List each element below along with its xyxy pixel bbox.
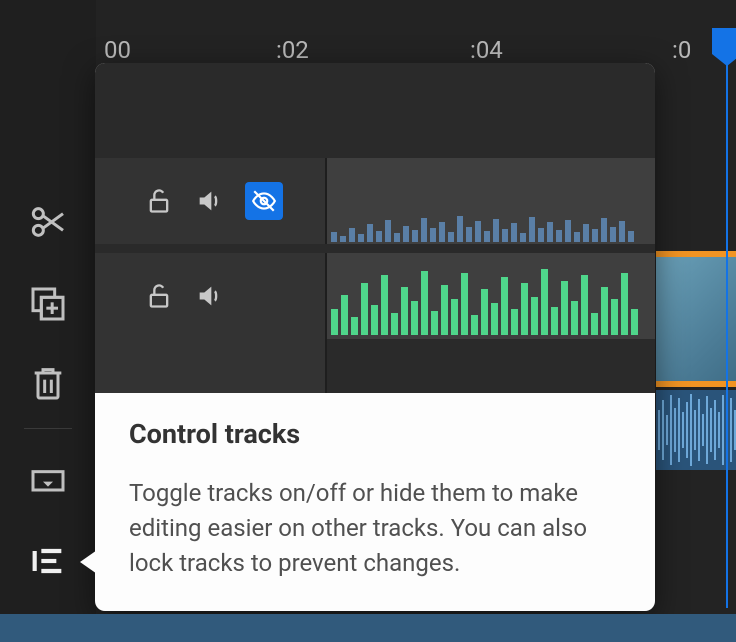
audio-waveform [656,390,736,470]
lock-toggle[interactable] [145,282,173,310]
scissors-icon [28,202,68,242]
ruler-tick: :02 [276,36,309,64]
ruler-tick: :04 [470,36,503,64]
toolbar-divider [24,428,72,429]
delete-tool[interactable] [28,363,68,403]
duplicate-icon [28,284,68,324]
expand-tool[interactable] [28,460,68,500]
duplicate-tool[interactable] [28,284,68,324]
tooltip-title: Control tracks [129,418,621,450]
left-toolbar [0,0,97,614]
unlock-icon [145,187,173,215]
track-header [95,253,325,339]
waveform [327,265,655,335]
tooltip-body: Toggle tracks on/off or hide them to mak… [129,476,621,580]
track-header [95,158,325,244]
audio-clip[interactable] [656,390,736,470]
eye-off-icon [251,188,277,214]
video-clip[interactable] [656,251,736,387]
lock-toggle[interactable] [145,187,173,215]
speaker-icon [195,282,223,310]
tooltip-text: Control tracks Toggle tracks on/off or h… [95,376,655,610]
mute-toggle[interactable] [195,187,223,215]
track-body [325,253,655,393]
scissors-tool[interactable] [28,202,68,242]
ruler-tick: 00 [104,36,131,64]
track-body [325,158,655,244]
tooltip-pointer [80,548,100,576]
waveform [327,208,655,242]
visibility-toggle-active[interactable] [245,182,283,220]
help-tooltip-card: Control tracks Toggle tracks on/off or h… [95,63,655,611]
tracks-icon [28,541,68,581]
expand-icon [28,460,68,500]
bottom-strip [0,614,736,642]
tooltip-preview [95,63,655,376]
tracks-tool[interactable] [28,541,68,581]
preview-track-2 [95,253,655,393]
mute-toggle[interactable] [195,282,223,310]
unlock-icon [145,282,173,310]
speaker-icon [195,187,223,215]
ruler-tick: :0 [672,36,691,64]
preview-track-1 [95,158,655,244]
trash-icon [28,363,68,403]
